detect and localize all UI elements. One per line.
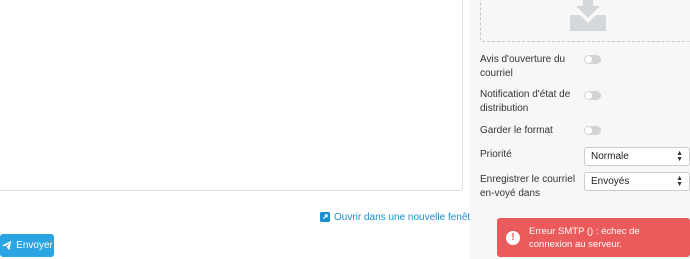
read-receipt-label: Avis d'ouverture du courriel: [480, 54, 566, 79]
external-window-icon: [320, 212, 330, 222]
read-receipt-toggle[interactable]: [584, 55, 601, 64]
error-message: Erreur SMTP () : échec de connexion au s…: [529, 225, 640, 250]
keep-format-toggle[interactable]: [584, 126, 601, 135]
dsn-toggle[interactable]: [584, 91, 601, 100]
select-arrows-icon: ▲ ▼: [676, 149, 683, 163]
dsn-label: Notification d'état de distribution: [480, 89, 571, 114]
download-icon: [570, 0, 606, 31]
save-sent-value: Envoyés: [591, 176, 630, 187]
keep-format-label: Garder le format: [480, 125, 553, 136]
open-new-window-link[interactable]: Ouvrir dans une nouvelle fenêtre: [320, 210, 479, 224]
send-button-label: Envoyer: [16, 240, 53, 251]
priority-label: Priorité: [480, 149, 512, 160]
save-sent-label: Enregistrer le courriel en-voyé dans: [480, 174, 576, 199]
message-body-editor[interactable]: [0, 0, 463, 191]
select-arrows-icon: ▲ ▼: [676, 174, 683, 188]
priority-select[interactable]: Normale ▲ ▼: [584, 147, 690, 166]
priority-value: Normale: [591, 151, 629, 162]
error-notification[interactable]: ! Erreur SMTP () : échec de connexion au…: [497, 218, 690, 257]
send-button[interactable]: Envoyer: [0, 234, 54, 257]
open-new-window-label: Ouvrir dans une nouvelle fenêtre: [334, 211, 480, 223]
exclamation-icon: !: [506, 230, 520, 245]
paper-plane-icon: [1, 240, 12, 251]
attachment-dropzone[interactable]: [480, 0, 690, 42]
save-sent-select[interactable]: Envoyés ▲ ▼: [584, 172, 690, 191]
